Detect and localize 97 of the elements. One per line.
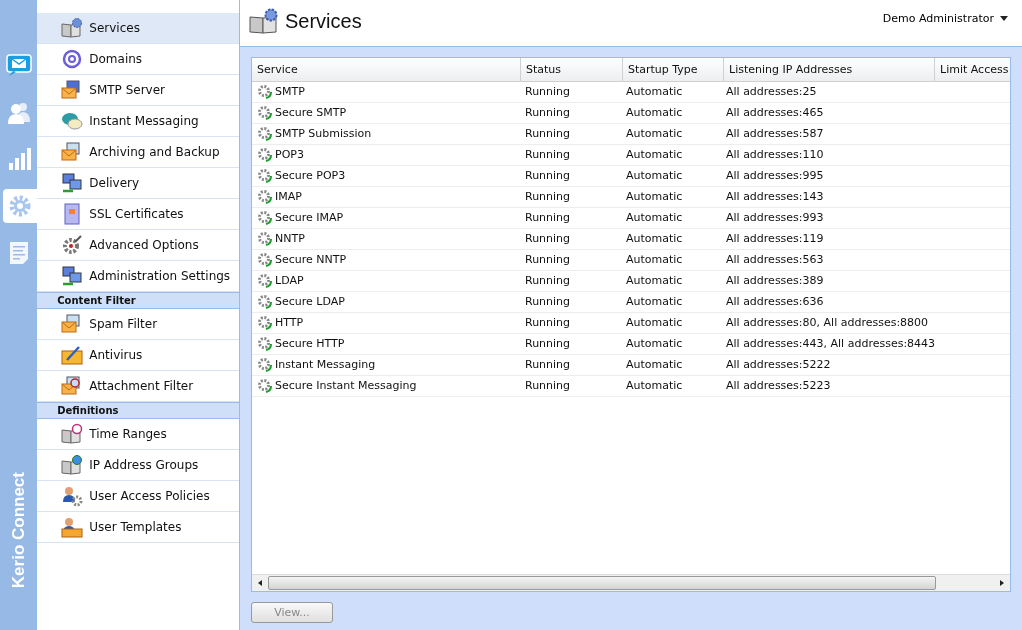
table-cell-text: Automatic (625, 336, 684, 352)
scroll-thumb[interactable] (268, 576, 936, 590)
table-cell-text: Running (524, 210, 572, 226)
table-cell-text: Automatic (625, 378, 684, 394)
table-cell: Secure LDAP (252, 292, 520, 312)
column-header[interactable]: Startup Type (623, 58, 724, 81)
table-cell-text: Automatic (625, 315, 684, 331)
caret-icon (1000, 15, 1008, 21)
table-cell-text: All addresses:119 (725, 231, 825, 247)
table-cell-text: Automatic (625, 231, 684, 247)
table-cell: Secure HTTP (252, 334, 520, 354)
sidebar-item[interactable]: Advanced Options (37, 230, 239, 261)
user-menu[interactable]: Demo Administrator (882, 11, 1008, 25)
mail-icon (4, 51, 33, 79)
sidebar-item[interactable]: Archiving and Backup (37, 137, 239, 168)
sidebar-item[interactable]: SSL Certificates (37, 199, 239, 230)
table-cell-text: All addresses:465 (725, 105, 825, 121)
column-header[interactable]: Status (521, 58, 623, 81)
sidebar-item[interactable]: Instant Messaging (37, 106, 239, 137)
table-cell-text: Automatic (625, 357, 684, 373)
section-heading: Definitions (37, 402, 239, 419)
sidebar-item[interactable]: Services (37, 13, 239, 44)
table-cell-text: All addresses:80, All addresses:8800 (725, 315, 930, 331)
table-cell-text: Running (524, 231, 572, 247)
book-clock-icon (61, 423, 84, 445)
table-cell-text: Automatic (625, 273, 684, 289)
table-cell: NNTP (252, 229, 520, 249)
table-cell-text: Automatic (625, 189, 684, 205)
sidebar-item[interactable]: SMTP Server (37, 75, 239, 106)
table-cell: LDAP (252, 271, 520, 291)
table-cell: Secure Instant Messaging (252, 376, 520, 396)
table-cell-text: Running (524, 126, 572, 142)
table-cell-text: Running (524, 294, 572, 310)
table-cell-text: Automatic (625, 294, 684, 310)
table-cell-text: Running (524, 315, 572, 331)
sidebar-item[interactable]: User Templates (37, 512, 239, 543)
computers-icon (61, 172, 84, 194)
sidebar-item[interactable]: User Access Policies (37, 481, 239, 512)
table-cell-text: Running (524, 378, 572, 394)
table-cell-text: Running (524, 168, 572, 184)
table-cell-text: All addresses:5223 (725, 378, 832, 394)
person-gear-icon (61, 485, 84, 507)
table-cell-text: Automatic (625, 252, 684, 268)
table-cell: SMTP (252, 82, 520, 102)
table-cell-text: Running (524, 252, 572, 268)
book-gear-icon (249, 8, 279, 34)
person-folder-icon (61, 516, 84, 538)
sidebar-item[interactable]: Antivirus (37, 340, 239, 371)
table-cell-text: All addresses:5222 (725, 357, 832, 373)
table-cell-text: All addresses:636 (725, 294, 825, 310)
table-cell-text: All addresses:993 (725, 210, 825, 226)
table-cell-text: Running (524, 189, 572, 205)
book-globe-icon (61, 454, 84, 476)
table-cell-text: All addresses:389 (725, 273, 825, 289)
sidebar-item[interactable]: Spam Filter (37, 309, 239, 340)
rail-tab[interactable] (3, 189, 38, 223)
book-gear-icon (61, 17, 84, 39)
table-cell: Secure NNTP (252, 250, 520, 270)
table-cell-text: All addresses:563 (725, 252, 825, 268)
table-cell-text: Running (524, 84, 572, 100)
sidebar-item[interactable]: Domains (37, 44, 239, 75)
sidebar-item[interactable]: IP Address Groups (37, 450, 239, 481)
table-cell: Secure POP3 (252, 166, 520, 186)
brand-name: Kerio Connect (8, 471, 29, 588)
gear-icon (61, 234, 84, 256)
table-cell-text: Automatic (625, 126, 684, 142)
table-cell-text: Automatic (625, 105, 684, 121)
table-cell: IMAP (252, 187, 520, 207)
table-cell-text: All addresses:143 (725, 189, 825, 205)
section-heading: Content Filter (37, 292, 239, 309)
table-cell-text: Running (524, 105, 572, 121)
table-cell-text: All addresses:587 (725, 126, 825, 142)
table-cell: SMTP Submission (252, 124, 520, 144)
table-cell: HTTP (252, 313, 520, 333)
table-cell-text: All addresses:995 (725, 168, 825, 184)
column-header[interactable]: Limit Access (935, 58, 1010, 81)
column-header[interactable]: Listening IP Addresses (724, 58, 935, 81)
table-cell-text: Automatic (625, 168, 684, 184)
table-cell-text: Automatic (625, 147, 684, 163)
table-cell-text: All addresses:110 (725, 147, 825, 163)
table-cell-text: Automatic (625, 210, 684, 226)
horizontal-scrollbar[interactable] (252, 574, 1010, 591)
table-cell: POP3 (252, 145, 520, 165)
table-cell: Instant Messaging (252, 355, 520, 375)
table-cell: Secure IMAP (252, 208, 520, 228)
chat-icon (61, 110, 84, 132)
column-header[interactable]: Service (252, 58, 521, 81)
table-cell-text: Automatic (625, 84, 684, 100)
page-title: Services (285, 9, 362, 33)
sidebar-item[interactable]: Delivery (37, 168, 239, 199)
sidebar-item[interactable]: Time Ranges (37, 419, 239, 450)
table-cell: Secure SMTP (252, 103, 520, 123)
table-cell-text: Running (524, 336, 572, 352)
table-cell-text: Running (524, 147, 572, 163)
table-cell-text: Running (524, 357, 572, 373)
table-cell-text: Running (524, 273, 572, 289)
table-cell-text: All addresses:25 (725, 84, 818, 100)
